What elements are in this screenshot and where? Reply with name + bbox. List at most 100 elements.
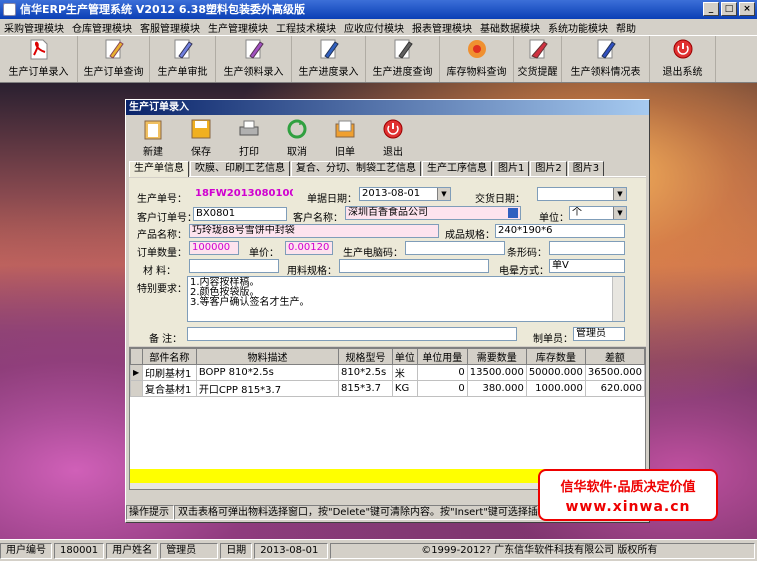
price-field[interactable]: 0.00120	[285, 241, 333, 255]
corona-field[interactable]: 单V	[549, 259, 625, 273]
pdf-doc-icon	[27, 38, 51, 60]
order-form: 生产单号： 18FW20130801002 单据日期： 2013-08-01 交…	[129, 178, 646, 346]
special-scrollbar[interactable]	[612, 277, 624, 321]
table-row[interactable]: ▶ 印刷基材1 BOPP 810*2.5s 810*2.5s 米 0 13500…	[130, 364, 645, 381]
table-row[interactable]: 复合基材1 开口CPP 815*3.7 815*3.7 KG 0 380.000…	[130, 380, 645, 397]
menu-basedata[interactable]: 基础数据模块	[476, 20, 544, 35]
cust-name-field[interactable]: 深圳百香食品公司	[345, 206, 521, 220]
menu-reports[interactable]: 报表管理模块	[408, 20, 476, 35]
col-diff[interactable]: 差额	[584, 348, 645, 365]
col-desc[interactable]: 物料描述	[195, 348, 340, 365]
toolbar-exit[interactable]: 退出系统	[650, 36, 716, 82]
delivery-date-field[interactable]	[537, 187, 627, 201]
user-name-label: 用户姓名	[106, 542, 159, 559]
tab-image1[interactable]: 图片1	[493, 161, 530, 176]
promo-slogan: 信华软件·品质决定价值	[560, 480, 696, 495]
toolbar-order-entry[interactable]: 生产订单录入	[0, 36, 78, 82]
corona-label: 电晕方式：	[499, 266, 549, 277]
exit-button[interactable]: 退出	[369, 117, 417, 160]
order-date-field[interactable]: 2013-08-01	[359, 187, 451, 201]
qty-field[interactable]: 100000	[189, 241, 239, 255]
maximize-button[interactable]: □	[721, 2, 737, 16]
promo-banner: 信华软件·品质决定价值 www.xinwa.cn	[538, 469, 718, 521]
col-spec[interactable]: 规格型号	[338, 348, 393, 365]
document-pen-icon	[171, 38, 195, 60]
date-value: 2013-08-01	[254, 542, 329, 559]
product-field[interactable]: 巧玲珑88号雪饼中封袋	[189, 224, 439, 238]
unit-label: 单位：	[539, 213, 569, 224]
computer-code-label: 生产电脑码：	[343, 248, 403, 259]
lookup-icon[interactable]	[508, 208, 518, 218]
delivery-date-label: 交货日期：	[475, 194, 525, 205]
unit-field[interactable]: 个	[569, 206, 627, 220]
tab-order-info[interactable]: 生产单信息	[129, 161, 189, 177]
tab-laminate-slit-bag[interactable]: 复合、分切、制袋工艺信息	[291, 161, 421, 176]
product-label: 产品名称：	[137, 230, 187, 241]
tab-strip: 生产单信息 吹膜、印刷工艺信息 复合、分切、制袋工艺信息 生产工序信息 图片1 …	[129, 161, 646, 177]
document-pen-icon	[594, 38, 618, 60]
menu-production[interactable]: 生产管理模块	[204, 20, 272, 35]
menu-purchase[interactable]: 采购管理模块	[0, 20, 68, 35]
tab-image3[interactable]: 图片3	[567, 161, 605, 176]
tab-blow-print[interactable]: 吹膜、印刷工艺信息	[190, 161, 290, 176]
main-toolbar: 生产订单录入 生产订单查询 生产单审批 生产领料录入 生产进度录入 生产进度查询…	[0, 35, 757, 83]
material-field[interactable]	[189, 259, 279, 273]
refresh-icon	[286, 118, 308, 140]
document-pen-icon	[391, 38, 415, 60]
tab-process-info[interactable]: 生产工序信息	[422, 161, 492, 176]
order-no-field: 18FW20130801002	[193, 188, 293, 202]
save-icon	[190, 118, 212, 140]
toolbar-order-approve[interactable]: 生产单审批	[150, 36, 216, 82]
old-order-button[interactable]: 旧单	[321, 117, 369, 160]
col-part[interactable]: 部件名称	[141, 348, 197, 365]
cust-order-field[interactable]: BX0801	[193, 207, 287, 221]
col-unit[interactable]: 单位	[391, 348, 418, 365]
maker-field[interactable]: 管理员	[573, 327, 625, 341]
minimize-button[interactable]: _	[703, 2, 719, 16]
exit-icon	[382, 118, 404, 140]
toolbar-delivery-reminder[interactable]: 交货提醒	[514, 36, 562, 82]
special-field[interactable]: 1.内容按样稿。 2.颜色按袋版。 3.等客户确认签名才生产。	[187, 276, 625, 322]
cancel-button[interactable]: 取消	[273, 117, 321, 160]
menu-service[interactable]: 客服管理模块	[136, 20, 204, 35]
close-button[interactable]: ×	[739, 2, 755, 16]
menu-warehouse[interactable]: 仓库管理模块	[68, 20, 136, 35]
material-label: 材 料：	[143, 266, 177, 277]
toolbar-picking-entry[interactable]: 生产领料录入	[216, 36, 292, 82]
order-entry-title: 生产订单录入	[126, 100, 649, 115]
menu-engineering[interactable]: 工程技术模块	[272, 20, 340, 35]
toolbar-order-query[interactable]: 生产订单查询	[78, 36, 150, 82]
toolbar-progress-entry[interactable]: 生产进度录入	[292, 36, 366, 82]
toolbar-stock-query[interactable]: 库存物料查询	[440, 36, 514, 82]
remark-field[interactable]	[187, 327, 517, 341]
promo-url: www.xinwa.cn	[565, 499, 691, 515]
toolbar-progress-query[interactable]: 生产进度查询	[366, 36, 440, 82]
app-title: 信华ERP生产管理系统 V2012 6.38塑料包装委外高级版	[20, 3, 305, 16]
menu-finance[interactable]: 应收应付模块	[340, 20, 408, 35]
remark-label: 备 注：	[149, 334, 183, 345]
col-need[interactable]: 需要数量	[466, 348, 527, 365]
document-pen-icon	[526, 38, 550, 60]
document-pen-icon	[242, 38, 266, 60]
mat-spec-label: 用料规格：	[287, 266, 337, 277]
new-button[interactable]: 新建	[129, 117, 177, 160]
mat-spec-field[interactable]	[339, 259, 489, 273]
flower-icon	[465, 38, 489, 60]
save-button[interactable]: 保存	[177, 117, 225, 160]
menu-system[interactable]: 系统功能模块	[544, 20, 612, 35]
col-stock[interactable]: 库存数量	[525, 348, 586, 365]
tab-image2[interactable]: 图片2	[530, 161, 567, 176]
barcode-field[interactable]	[549, 241, 625, 255]
print-button[interactable]: 打印	[225, 117, 273, 160]
user-no-value: 180001	[54, 542, 105, 559]
order-entry-toolbar: 新建 保存 打印 取消 旧单 退出	[129, 117, 646, 160]
toolbar-picking-report[interactable]: 生产领料情况表	[562, 36, 650, 82]
maker-label: 制单员：	[533, 334, 573, 345]
exit-icon	[671, 38, 695, 60]
price-label: 单价：	[249, 248, 279, 259]
spec-field[interactable]: 240*190*6	[495, 224, 625, 238]
computer-code-field[interactable]	[405, 241, 505, 255]
menu-help[interactable]: 帮助	[612, 20, 640, 35]
col-usage[interactable]: 单位用量	[416, 348, 468, 365]
order-no-label: 生产单号：	[137, 194, 187, 205]
